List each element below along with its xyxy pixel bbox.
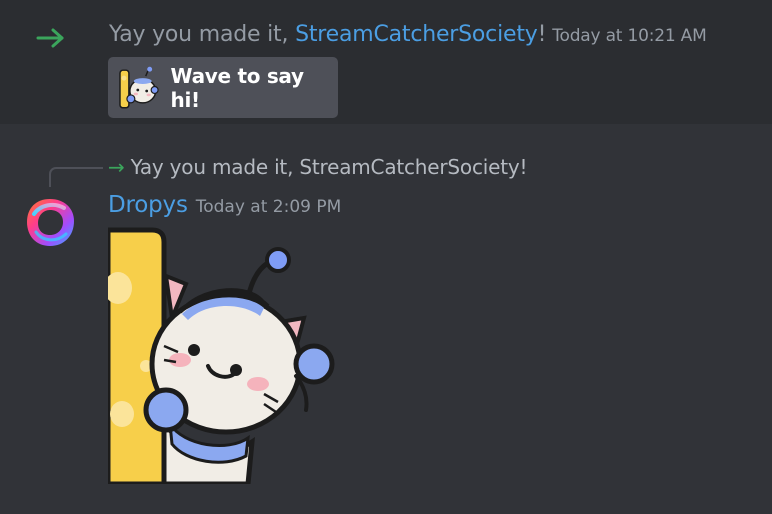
- timestamp[interactable]: Today at 10:21 AM: [552, 26, 707, 46]
- arrow-right-icon: [36, 28, 64, 48]
- reply-preview[interactable]: → Yay you made it, StreamCatcherSociety!: [108, 155, 528, 179]
- username-link[interactable]: StreamCatcherSociety: [295, 22, 538, 47]
- reply-preview-text: Yay you made it, StreamCatcherSociety!: [130, 155, 528, 179]
- wave-button-label: Wave to say hi!: [170, 63, 305, 112]
- wave-button[interactable]: Wave to say hi!: [108, 57, 338, 118]
- system-message-prefix: Yay you made it,: [109, 22, 296, 47]
- arrow-right-icon: →: [108, 155, 125, 179]
- system-message-suffix: !: [537, 22, 547, 47]
- hamster-wave-sticker[interactable]: [108, 226, 348, 484]
- system-message-text: Yay you made it, StreamCatcherSociety! To…: [109, 22, 707, 47]
- system-join-message: Yay you made it, StreamCatcherSociety! To…: [0, 0, 772, 124]
- message-header: Dropys Today at 2:09 PM: [108, 192, 341, 218]
- message-timestamp[interactable]: Today at 2:09 PM: [196, 197, 342, 217]
- author-name[interactable]: Dropys: [108, 192, 188, 218]
- avatar[interactable]: [24, 196, 77, 249]
- reply-spine: [49, 167, 103, 187]
- hamster-wave-icon: [119, 66, 159, 109]
